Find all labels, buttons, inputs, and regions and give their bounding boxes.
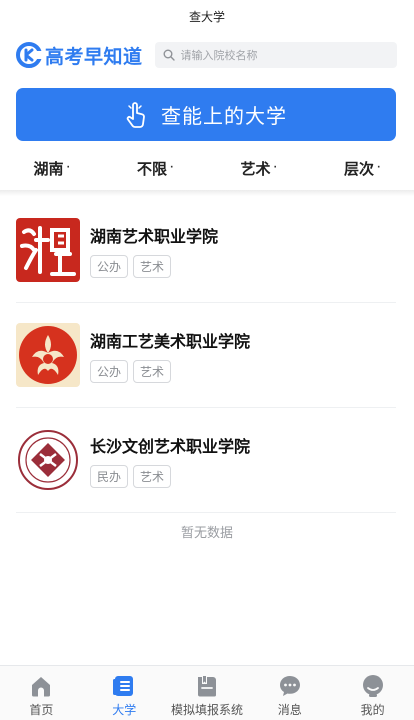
tab-university[interactable]: 大学 [83, 666, 166, 720]
window-title: 查大学 [0, 0, 414, 32]
filter-type-label: 不限 [137, 159, 168, 178]
header: 高考早知道 请输入院校名称 [0, 36, 414, 74]
search-placeholder: 请输入院校名称 [180, 49, 258, 62]
brand-name: 高考早知道 [45, 45, 143, 68]
find-universities-button[interactable]: 查能上的大学 [16, 88, 396, 141]
dropdown-indicator-icon: · [66, 163, 70, 173]
empty-state-text: 暂无数据 [180, 526, 233, 541]
window-title-text: 查大学 [188, 9, 225, 24]
chat-icon [279, 676, 300, 696]
list-item[interactable]: 长沙文创艺术职业学院 民办 艺术 [16, 408, 396, 513]
tab-simulated-application[interactable]: 模拟填报系统 [166, 666, 249, 720]
school-logo [16, 428, 80, 492]
list-item[interactable]: 湖南艺术职业学院 公办 艺术 [16, 198, 396, 303]
category-tag: 艺术 [133, 464, 172, 488]
user-icon [362, 675, 383, 697]
tab-messages-label: 消息 [277, 703, 302, 717]
school-emblem-logo-icon [16, 428, 80, 492]
bottom-tab-bar: 首页 大学 模拟填报系统 消息 我的 [0, 665, 414, 720]
school-name: 湖南艺术职业学院 [90, 226, 219, 246]
home-icon [32, 677, 51, 697]
filter-type[interactable]: 不限 · [104, 158, 208, 179]
dropdown-indicator-icon: · [273, 163, 277, 173]
list-icon [113, 676, 134, 696]
search-input[interactable]: 请输入院校名称 [154, 42, 397, 68]
search-icon [163, 49, 175, 61]
school-list: 湖南艺术职业学院 公办 艺术 湖南工艺美术职业学院 公办 艺术 长沙文创艺术职业… [16, 198, 396, 513]
filter-level-label: 层次 [344, 159, 375, 178]
tab-profile[interactable]: 我的 [331, 666, 414, 720]
tab-profile-label: 我的 [360, 703, 385, 717]
filter-category-label: 艺术 [240, 159, 271, 178]
school-logo [16, 218, 80, 282]
category-tag: 艺术 [133, 254, 172, 278]
filter-bar: 湖南 · 不限 · 艺术 · 层次 · [0, 150, 414, 186]
ownership-tag: 公办 [90, 254, 129, 278]
category-tag: 艺术 [133, 359, 172, 383]
brand-logo: 高考早知道 [16, 42, 143, 69]
school-name: 湖南工艺美术职业学院 [90, 331, 251, 351]
school-name: 长沙文创艺术职业学院 [90, 436, 251, 456]
school-flame-logo-icon [16, 323, 80, 387]
tab-messages[interactable]: 消息 [248, 666, 331, 720]
filter-divider [0, 190, 414, 196]
list-item[interactable]: 湖南工艺美术职业学院 公办 艺术 [16, 303, 396, 408]
tab-university-label: 大学 [112, 703, 137, 717]
ownership-tag: 民办 [90, 464, 129, 488]
school-seal-logo-icon [16, 218, 80, 282]
book-icon [197, 676, 216, 697]
hand-pointer-icon [126, 101, 145, 128]
filter-category[interactable]: 艺术 · [207, 158, 311, 179]
school-logo [16, 323, 80, 387]
dropdown-indicator-icon: · [170, 163, 174, 173]
filter-province-label: 湖南 [33, 159, 64, 178]
dropdown-indicator-icon: · [377, 163, 381, 173]
find-universities-label: 查能上的大学 [161, 104, 287, 128]
tab-home-label: 首页 [29, 703, 54, 717]
ownership-tag: 公办 [90, 359, 129, 383]
filter-province[interactable]: 湖南 · [0, 158, 104, 179]
filter-level[interactable]: 层次 · [311, 158, 414, 179]
tab-home[interactable]: 首页 [0, 666, 83, 720]
brand-logo-icon [16, 42, 42, 68]
tab-simulated-application-label: 模拟填报系统 [170, 703, 243, 717]
